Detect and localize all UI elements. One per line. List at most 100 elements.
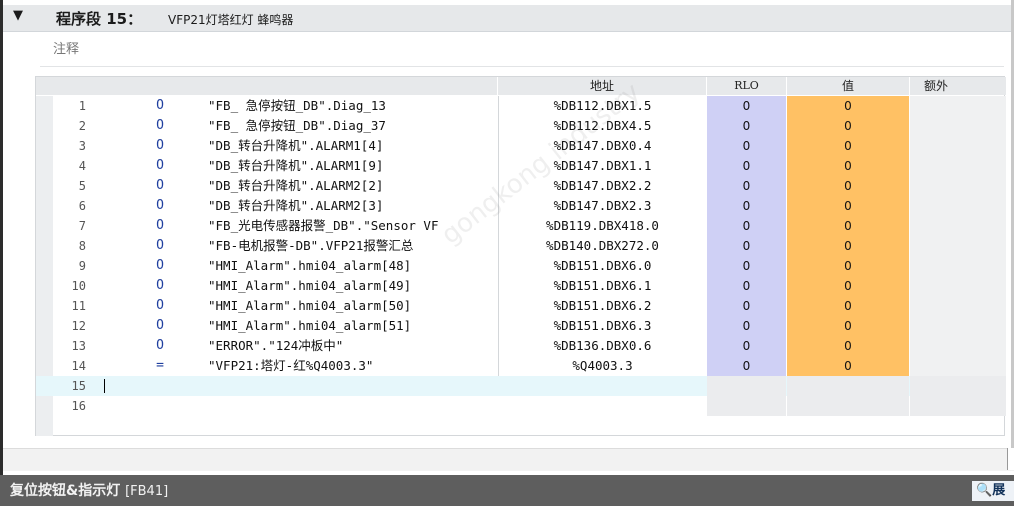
operand[interactable]: "HMI_Alarm".hmi04_alarm[51] [208, 316, 496, 336]
table-row[interactable]: 3 O "DB_转台升降机".ALARM1[4] %DB147.DBX0.4 0 0 [36, 136, 1006, 156]
instruction[interactable]: O [154, 296, 166, 316]
line-number: 15 [71, 379, 86, 393]
line-number: 12 [71, 319, 86, 333]
operand[interactable]: "HMI_Alarm".hmi04_alarm[48] [208, 256, 496, 276]
block-title: 复位按钮&指示灯 [FB41] [10, 480, 168, 500]
address-cell: %Q4003.3 [498, 356, 706, 376]
table-row[interactable]: 12 O "HMI_Alarm".hmi04_alarm[51] %DB151.DBX… [36, 316, 1006, 336]
instruction[interactable]: O [154, 196, 166, 216]
extra-cell [910, 216, 1006, 236]
operand[interactable]: "DB_转台升降机".ALARM1[9] [208, 156, 496, 176]
address-cell: %DB112.DBX1.5 [498, 96, 706, 116]
instruction[interactable]: O [154, 156, 166, 176]
operand[interactable]: "ERROR"."124冲板中" [208, 336, 496, 356]
table-row[interactable]: 15 [36, 376, 1006, 396]
next-block-bar[interactable]: 复位按钮&指示灯 [FB41] 🔍展 [0, 475, 1014, 506]
column-header-rlo: RLO [707, 77, 786, 95]
table-row[interactable]: 2 O "FB_ 急停按钮_DB".Diag_37 %DB112.DBX4.5 0 0 [36, 116, 1006, 136]
rlo-cell [707, 396, 786, 416]
extra-cell [910, 256, 1006, 276]
operand[interactable]: "DB_转台升降机".ALARM2[2] [208, 176, 496, 196]
rlo-cell: 0 [707, 276, 786, 296]
table-row[interactable]: 16 [36, 396, 1006, 416]
table-row[interactable]: 4 O "DB_转台升降机".ALARM1[9] %DB147.DBX1.1 0 0 [36, 156, 1006, 176]
table-row[interactable]: 8 O "FB-电机报警-DB".VFP21报警汇总 %DB140.DBX272.0 0… [36, 236, 1006, 256]
extra-cell [910, 156, 1006, 176]
rlo-cell: 0 [707, 136, 786, 156]
line-number: 13 [71, 339, 86, 353]
table-row[interactable]: 7 O "FB_光电传感器报警_DB"."Sensor VF %DB119.DBX41… [36, 216, 1006, 236]
operand[interactable]: "FB_ 急停按钮_DB".Diag_13 [208, 96, 496, 116]
instruction[interactable]: O [154, 276, 166, 296]
value-cell: 0 [787, 216, 909, 236]
address-cell: %DB112.DBX4.5 [498, 116, 706, 136]
line-number: 14 [71, 359, 86, 373]
instruction[interactable]: O [154, 176, 166, 196]
rlo-cell: 0 [707, 336, 786, 356]
instruction[interactable]: O [154, 96, 166, 116]
table-row[interactable]: 6 O "DB_转台升降机".ALARM2[3] %DB147.DBX2.3 0 0 [36, 196, 1006, 216]
operand[interactable]: "FB-电机报警-DB".VFP21报警汇总 [208, 236, 496, 256]
instruction[interactable]: = [154, 356, 166, 376]
extra-cell [910, 296, 1006, 316]
value-cell: 0 [787, 96, 909, 116]
comment-divider [40, 66, 1004, 67]
instruction[interactable]: O [154, 316, 166, 336]
rlo-cell [707, 376, 786, 396]
text-cursor [104, 379, 105, 393]
instruction[interactable]: O [154, 216, 166, 236]
value-cell: 0 [787, 336, 909, 356]
instruction[interactable]: O [154, 336, 166, 356]
stl-code-table: 地址 RLO 值 额外 1 O "FB_ 急停按钮_DB".Diag_13 %DB11… [35, 76, 1006, 436]
address-cell: %DB119.DBX418.0 [498, 216, 706, 236]
table-row[interactable]: 11 O "HMI_Alarm".hmi04_alarm[50] %DB151.DBX… [36, 296, 1006, 316]
table-row[interactable]: 1 O "FB_ 急停按钮_DB".Diag_13 %DB112.DBX1.5 0 0 [36, 96, 1006, 116]
extra-cell [910, 96, 1006, 116]
operand[interactable]: "HMI_Alarm".hmi04_alarm[50] [208, 296, 496, 316]
rlo-cell: 0 [707, 156, 786, 176]
expand-button[interactable]: 🔍展 [972, 481, 1014, 501]
rlo-cell: 0 [707, 116, 786, 136]
line-number: 16 [71, 399, 86, 413]
table-row[interactable]: 5 O "DB_转台升降机".ALARM2[2] %DB147.DBX2.2 0 0 [36, 176, 1006, 196]
instruction[interactable]: O [154, 136, 166, 156]
scroll-corner [1007, 448, 1014, 470]
table-row[interactable]: 14 = "VFP21:塔灯-红%Q4003.3" %Q4003.3 0 0 [36, 356, 1006, 376]
operand[interactable]: "FB_ 急停按钮_DB".Diag_37 [208, 116, 496, 136]
operand[interactable]: "FB_光电传感器报警_DB"."Sensor VF [208, 216, 496, 236]
line-number: 9 [78, 259, 86, 273]
value-cell: 0 [787, 156, 909, 176]
rlo-cell: 0 [707, 356, 786, 376]
value-cell: 0 [787, 316, 909, 336]
value-cell: 0 [787, 356, 909, 376]
table-row[interactable]: 9 O "HMI_Alarm".hmi04_alarm[48] %DB151.DBX6… [36, 256, 1006, 276]
instruction[interactable]: O [154, 256, 166, 276]
block-tag: [FB41] [125, 484, 169, 499]
line-number: 3 [78, 139, 86, 153]
table-row[interactable]: 10 O "HMI_Alarm".hmi04_alarm[49] %DB151.DBX… [36, 276, 1006, 296]
value-cell: 0 [787, 176, 909, 196]
address-cell: %DB147.DBX1.1 [498, 156, 706, 176]
extra-cell [910, 356, 1006, 376]
instruction[interactable]: O [154, 116, 166, 136]
table-row[interactable]: 13 O "ERROR"."124冲板中" %DB136.DBX0.6 0 0 [36, 336, 1006, 356]
line-number: 4 [78, 159, 86, 173]
extra-cell [910, 316, 1006, 336]
extra-cell [910, 336, 1006, 356]
line-number: 11 [71, 299, 86, 313]
line-number: 6 [78, 199, 86, 213]
rlo-cell: 0 [707, 236, 786, 256]
column-header-value: 值 [787, 77, 909, 95]
address-cell: %DB151.DBX6.2 [498, 296, 706, 316]
triangle-down-icon[interactable]: ▼ [13, 8, 23, 23]
value-cell: 0 [787, 196, 909, 216]
address-cell: %DB147.DBX2.2 [498, 176, 706, 196]
instruction[interactable]: O [154, 236, 166, 256]
network-comment[interactable]: 注释 [53, 38, 79, 57]
operand[interactable]: "DB_转台升降机".ALARM2[3] [208, 196, 496, 216]
operand[interactable]: "VFP21:塔灯-红%Q4003.3" [208, 356, 496, 376]
line-number: 10 [71, 279, 86, 293]
network-title[interactable]: VFP21灯塔红灯 蜂鸣器 [168, 11, 293, 28]
operand[interactable]: "DB_转台升降机".ALARM1[4] [208, 136, 496, 156]
operand[interactable]: "HMI_Alarm".hmi04_alarm[49] [208, 276, 496, 296]
